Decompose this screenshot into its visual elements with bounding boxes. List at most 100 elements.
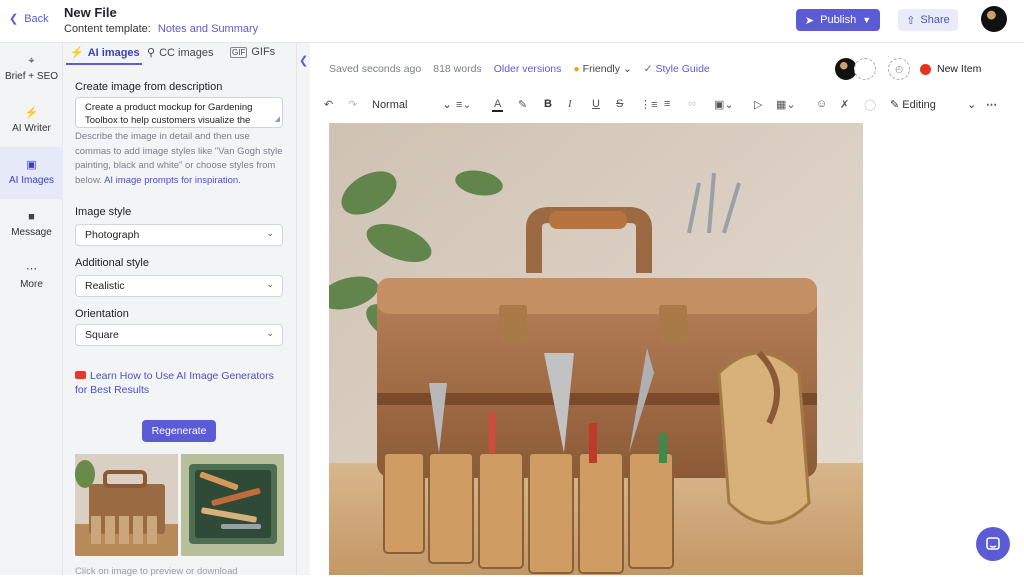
resize-handle-icon[interactable]: ◢ (275, 113, 280, 126)
message-icon: ■ (28, 211, 35, 223)
emoji-icon[interactable]: ☺ (816, 98, 827, 110)
chevron-left-icon: ❮ (299, 55, 309, 67)
clear-format-icon[interactable]: ✗ (840, 98, 849, 111)
tab-label: CC images (159, 46, 214, 59)
tab-cc-images[interactable]: ⚲ CC images (147, 46, 214, 60)
new-item-label: New Item (937, 63, 982, 75)
tab-gifs[interactable]: GIF GIFs (230, 46, 275, 58)
left-rail: ⌖ Brief + SEO ⚡ AI Writer ▣ AI Images ■ … (0, 43, 63, 575)
description-text: Create a product mockup for Gardening To… (85, 102, 253, 126)
gif-icon: GIF (230, 46, 248, 58)
chevron-down-icon: ⌄ (266, 279, 274, 289)
image-style-select[interactable]: Photograph ⌄ (75, 224, 283, 246)
chevron-down-icon: ⌄ (442, 99, 452, 111)
prompts-inspiration-link[interactable]: AI image prompts for inspiration. (104, 175, 241, 186)
style-guide-link[interactable]: ✓ Style Guide (644, 63, 710, 75)
publish-button[interactable]: ➤ Publish ▼ (796, 9, 880, 31)
bold-icon[interactable]: B (544, 98, 552, 110)
history-icon[interactable]: ◴ (888, 58, 910, 80)
align-icon[interactable]: ≡⌄ (456, 98, 472, 111)
rail-item-message[interactable]: ■ Message (0, 199, 63, 251)
user-avatar[interactable] (981, 6, 1007, 32)
chevron-down-icon: ⌄ (966, 99, 977, 111)
top-bar: ❮ Back New File Content template: Notes … (0, 0, 1024, 43)
formatting-toolbar: ↶ ↷ Normal ⌄ ≡⌄ A ✎ B I U S ⋮≡ ≡ ∞ ▣⌄ ▷ … (318, 94, 1008, 116)
text-color-icon[interactable]: A (492, 98, 504, 112)
back-button[interactable]: ❮ Back (9, 12, 49, 26)
rail-item-more[interactable]: ⋯ More (0, 251, 63, 303)
upload-icon: ⇧ (906, 14, 916, 27)
panel-tabs: ⚡ AI images ⚲ CC images GIF GIFs (63, 43, 296, 65)
file-title[interactable]: New File (64, 5, 117, 20)
orientation-select[interactable]: Square ⌄ (75, 324, 283, 346)
status-dot (920, 63, 931, 75)
pencil-icon: ✎ (890, 99, 900, 111)
chat-support-button[interactable] (976, 527, 1010, 561)
send-icon: ➤ (804, 14, 815, 27)
generated-image-thumbnail[interactable] (75, 454, 178, 556)
chat-icon (986, 537, 1000, 550)
learn-link-text: Learn How to Use AI Image Generators for… (75, 370, 274, 396)
new-item-status[interactable]: New Item (920, 63, 981, 75)
rail-item-ai-images[interactable]: ▣ AI Images (0, 147, 63, 199)
paragraph-style-select[interactable]: Normal ⌄ (372, 98, 452, 111)
check-circle-icon: ✓ (643, 63, 653, 75)
chevron-down-icon: ⌄ (266, 228, 274, 238)
tone-select[interactable]: ● Friendly ⌄ (573, 63, 631, 75)
thumbnail-hint-text: Click on image to preview or download (75, 566, 238, 577)
image-icon: ▣ (26, 159, 37, 171)
generated-toolbox-image[interactable] (329, 123, 863, 575)
back-label: Back (24, 12, 49, 25)
tone-label: Friendly (582, 63, 621, 75)
panel-collapse-handle[interactable]: ❮ (296, 43, 310, 575)
image-insert-icon[interactable]: ▣⌄ (714, 98, 734, 111)
underline-icon[interactable]: U (592, 98, 600, 110)
bolt-icon: ⚡ (70, 47, 84, 59)
more-options-icon[interactable]: ⋯ (986, 98, 997, 111)
table-icon[interactable]: ▦⌄ (776, 98, 796, 111)
undo-icon[interactable]: ↶ (324, 98, 333, 111)
more-icon: ⋯ (26, 263, 37, 275)
play-icon[interactable]: ▷ (754, 98, 762, 111)
orientation-label: Orientation (75, 308, 129, 320)
add-collaborator-button[interactable] (854, 58, 876, 80)
redo-icon[interactable]: ↷ (348, 98, 357, 111)
regenerate-button[interactable]: Regenerate (142, 420, 216, 442)
share-button[interactable]: ⇧ Share (898, 9, 958, 31)
search-icon: ⚲ (147, 47, 156, 59)
image-description-input[interactable]: Create a product mockup for Gardening To… (75, 97, 283, 128)
rail-item-brief-seo[interactable]: ⌖ Brief + SEO (0, 43, 63, 95)
additional-style-select[interactable]: Realistic ⌄ (75, 275, 283, 297)
older-versions-link[interactable]: Older versions (494, 63, 562, 75)
rail-item-label: Brief + SEO (4, 71, 59, 82)
publish-label: Publish (820, 14, 857, 26)
share-label: Share (920, 14, 950, 26)
active-tab-indicator (66, 63, 142, 65)
generated-image-thumbnail[interactable] (181, 454, 284, 556)
chevron-down-icon: ▼ (862, 15, 872, 25)
link-icon[interactable]: ∞ (688, 98, 696, 110)
orientation-value: Square (85, 329, 119, 341)
learn-ai-generators-link[interactable]: Learn How to Use AI Image Generators for… (75, 369, 287, 397)
rail-item-ai-writer[interactable]: ⚡ AI Writer (0, 95, 63, 147)
highlight-icon[interactable]: ✎ (518, 98, 527, 111)
toolbox-thumbnail-art (75, 454, 178, 556)
chevron-down-icon: ⌄ (266, 328, 274, 338)
crosshair-icon: ⌖ (28, 55, 35, 67)
comment-icon[interactable]: ◯ (864, 98, 876, 111)
additional-style-label: Additional style (75, 257, 149, 269)
bolt-icon: ⚡ (24, 107, 39, 119)
tab-ai-images[interactable]: ⚡ AI images (70, 46, 140, 60)
numbered-list-icon[interactable]: ≡ (664, 98, 670, 110)
strikethrough-icon[interactable]: S (616, 98, 623, 110)
bullet-list-icon[interactable]: ⋮≡ (640, 98, 657, 111)
tab-label: AI images (87, 46, 140, 59)
create-image-label: Create image from description (75, 81, 223, 93)
additional-style-value: Realistic (85, 280, 125, 292)
toolbox-open-thumbnail-art (181, 454, 284, 556)
italic-icon[interactable]: I (568, 98, 572, 110)
style-guide-label: Style Guide (655, 63, 710, 75)
template-link[interactable]: Notes and Summary (158, 23, 258, 35)
rail-item-label: Message (11, 227, 52, 238)
editing-mode-select[interactable]: ✎ Editing ⌄ (890, 98, 976, 111)
